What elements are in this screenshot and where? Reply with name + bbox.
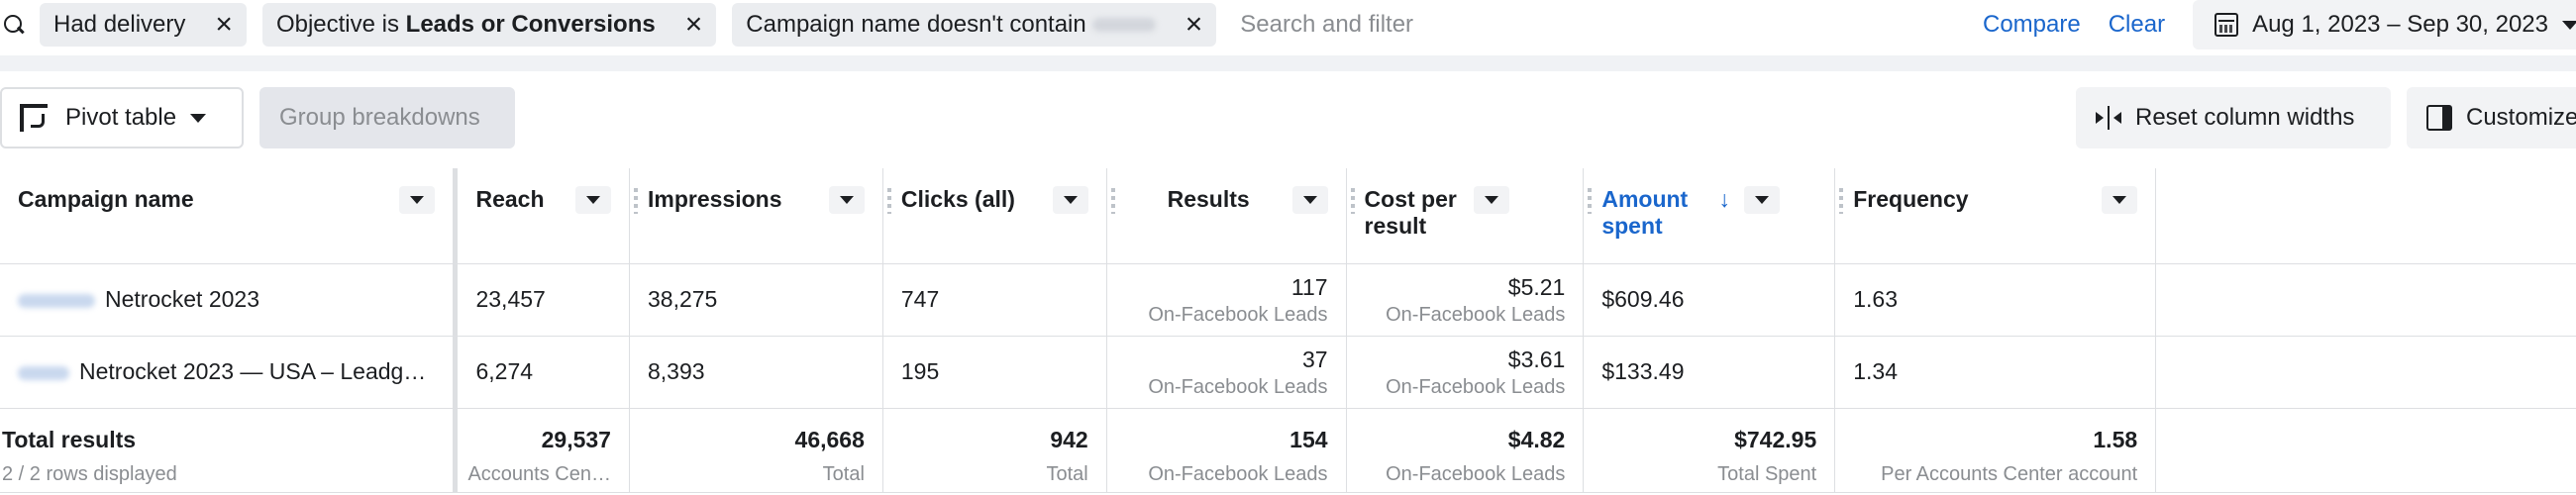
divider bbox=[0, 55, 2576, 71]
campaign-name-link[interactable]: Netrocket 2023 bbox=[0, 263, 459, 337]
chevron-down-icon[interactable] bbox=[574, 186, 611, 214]
customize-label: Customize bbox=[2466, 104, 2576, 131]
column-header-cost-per-result[interactable]: Cost per result bbox=[1346, 168, 1585, 264]
column-header-label: Campaign name bbox=[18, 186, 194, 212]
column-header-amount-spent[interactable]: Amount spent ↓ bbox=[1583, 168, 1836, 264]
filter-chip-objective[interactable]: Objective is Leads or Conversions × bbox=[261, 3, 717, 47]
column-header-results[interactable]: Results bbox=[1106, 168, 1347, 264]
pivot-table-button[interactable]: Pivot table bbox=[0, 87, 244, 148]
clicks-cell: 195 bbox=[882, 336, 1107, 409]
drag-handle-icon[interactable] bbox=[1350, 188, 1355, 214]
column-header-label: Impressions bbox=[647, 186, 782, 212]
column-header-campaign-name[interactable]: Campaign name bbox=[0, 168, 459, 264]
reach-cell: 6,274 bbox=[455, 336, 630, 409]
search-icon[interactable] bbox=[2, 13, 26, 37]
column-header-reach[interactable]: Reach bbox=[455, 168, 630, 264]
pivot-icon bbox=[20, 104, 48, 132]
chevron-down-icon[interactable] bbox=[2102, 186, 2138, 214]
campaign-table: Campaign name Reach Impressions Clicks (… bbox=[0, 168, 2576, 493]
filter-chip-campaign-name[interactable]: Campaign name doesn't contain × bbox=[732, 3, 1217, 47]
table-empty-space bbox=[2155, 336, 2576, 409]
close-icon[interactable]: × bbox=[215, 10, 233, 40]
drag-handle-icon[interactable] bbox=[1839, 188, 1844, 214]
customize-button[interactable]: Customize bbox=[2407, 87, 2576, 148]
table-empty-space bbox=[2155, 408, 2576, 493]
table-empty-space bbox=[2155, 168, 2576, 264]
column-header-label: Amount spent bbox=[1601, 186, 1689, 239]
sort-descending-icon[interactable]: ↓ bbox=[1718, 186, 1730, 213]
column-header-clicks[interactable]: Clicks (all) bbox=[882, 168, 1107, 264]
redacted-text bbox=[18, 365, 69, 380]
total-results-cell: Total results 2 / 2 rows displayed bbox=[0, 408, 459, 493]
total-impressions-cell: 46,668 Total bbox=[629, 408, 883, 493]
reset-column-widths-button[interactable]: Reset column widths bbox=[2076, 87, 2391, 148]
total-reach-cell: 29,537 Accounts Cen… bbox=[455, 408, 630, 493]
total-clicks-cell: 942 Total bbox=[882, 408, 1107, 493]
column-header-impressions[interactable]: Impressions bbox=[629, 168, 883, 264]
results-cell: 37 On-Facebook Leads bbox=[1106, 336, 1347, 409]
redacted-text bbox=[18, 293, 95, 308]
clicks-cell: 747 bbox=[882, 263, 1107, 337]
chevron-down-icon[interactable] bbox=[1291, 186, 1328, 214]
chevron-down-icon bbox=[2562, 20, 2576, 30]
cost-per-result-cell: $5.21 On-Facebook Leads bbox=[1346, 263, 1585, 337]
total-cost-per-result-cell: $4.82 On-Facebook Leads bbox=[1346, 408, 1585, 493]
impressions-cell: 8,393 bbox=[629, 336, 883, 409]
column-header-label: Frequency bbox=[1853, 186, 1969, 212]
filter-chip-label: Campaign name doesn't contain bbox=[746, 11, 1086, 38]
total-frequency-cell: 1.58 Per Accounts Center account bbox=[1834, 408, 2157, 493]
campaign-name-link[interactable]: Netrocket 2023 — USA – Leadg… bbox=[0, 336, 459, 409]
search-input[interactable]: Search and filter bbox=[1240, 11, 1983, 39]
column-header-label: Results bbox=[1167, 186, 1250, 212]
drag-handle-icon[interactable] bbox=[633, 188, 638, 214]
column-header-label: Clicks (all) bbox=[900, 186, 1015, 212]
column-header-label: Cost per result bbox=[1364, 186, 1457, 239]
chevron-down-icon[interactable] bbox=[399, 186, 436, 214]
filter-chip-label: Had delivery bbox=[53, 11, 186, 38]
drag-handle-icon[interactable] bbox=[1588, 188, 1593, 214]
group-breakdowns-label: Group breakdowns bbox=[279, 104, 480, 131]
chevron-down-icon[interactable] bbox=[1052, 186, 1088, 214]
clear-link[interactable]: Clear bbox=[2109, 11, 2165, 39]
resize-columns-icon bbox=[2096, 106, 2121, 130]
results-cell: 117 On-Facebook Leads bbox=[1106, 263, 1347, 337]
filter-chip-had-delivery[interactable]: Had delivery × bbox=[40, 3, 247, 47]
amount-spent-cell: $133.49 bbox=[1583, 336, 1836, 409]
table-row: Netrocket 2023 23,457 38,275 747 117 On-F… bbox=[0, 263, 2576, 337]
columns-icon bbox=[2426, 105, 2452, 131]
drag-handle-icon[interactable] bbox=[886, 188, 891, 214]
compare-link[interactable]: Compare bbox=[1983, 11, 2081, 39]
close-icon[interactable]: × bbox=[1185, 10, 1203, 40]
drag-handle-icon[interactable] bbox=[1110, 188, 1115, 214]
impressions-cell: 38,275 bbox=[629, 263, 883, 337]
reach-cell: 23,457 bbox=[455, 263, 630, 337]
table-toolbar: Pivot table Group breakdowns Reset colum… bbox=[0, 87, 2576, 150]
redacted-text bbox=[1091, 18, 1156, 32]
filter-bar: Had delivery × Objective is Leads or Con… bbox=[0, 0, 2576, 50]
date-range-picker[interactable]: Aug 1, 2023 – Sep 30, 2023 bbox=[2193, 0, 2576, 50]
frequency-cell: 1.34 bbox=[1834, 336, 2157, 409]
group-breakdowns-button[interactable]: Group breakdowns bbox=[259, 87, 515, 148]
total-results-count-cell: 154 On-Facebook Leads bbox=[1106, 408, 1347, 493]
chevron-down-icon[interactable] bbox=[1743, 186, 1780, 214]
table-empty-space bbox=[2155, 263, 2576, 337]
pivot-table-label: Pivot table bbox=[65, 104, 177, 131]
amount-spent-cell: $609.46 bbox=[1583, 263, 1836, 337]
column-header-frequency[interactable]: Frequency bbox=[1834, 168, 2157, 264]
table-header-row: Campaign name Reach Impressions Clicks (… bbox=[0, 168, 2576, 264]
cost-per-result-cell: $3.61 On-Facebook Leads bbox=[1346, 336, 1585, 409]
reset-column-widths-label: Reset column widths bbox=[2135, 104, 2355, 131]
date-range-label: Aug 1, 2023 – Sep 30, 2023 bbox=[2252, 11, 2548, 38]
frequency-cell: 1.63 bbox=[1834, 263, 2157, 337]
calendar-icon bbox=[2215, 13, 2239, 37]
filter-chip-label: Objective is Leads or Conversions bbox=[275, 11, 656, 38]
table-total-row: Total results 2 / 2 rows displayed 29,537… bbox=[0, 408, 2576, 493]
chevron-down-icon[interactable] bbox=[1473, 186, 1509, 214]
total-amount-spent-cell: $742.95 Total Spent bbox=[1583, 408, 1836, 493]
chevron-down-icon bbox=[190, 113, 207, 123]
chevron-down-icon[interactable] bbox=[828, 186, 865, 214]
column-header-label: Reach bbox=[475, 186, 545, 212]
table-row: Netrocket 2023 — USA – Leadg… 6,274 8,39… bbox=[0, 336, 2576, 409]
close-icon[interactable]: × bbox=[685, 10, 703, 40]
